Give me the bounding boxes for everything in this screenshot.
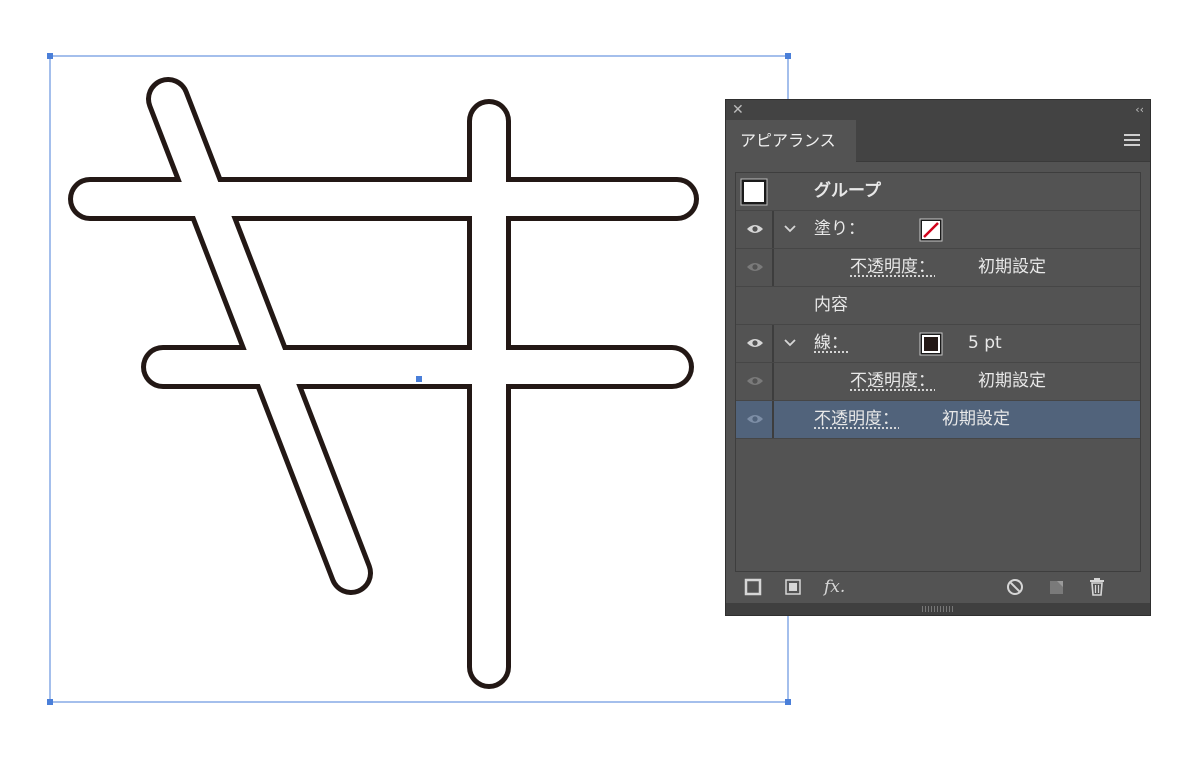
fill-opacity-value: 初期設定 <box>978 257 1046 277</box>
close-icon[interactable]: ✕ <box>732 100 748 120</box>
fill-opacity-visibility-toggle[interactable] <box>736 249 774 286</box>
add-new-stroke-icon[interactable] <box>744 574 764 600</box>
group-thumbnail-icon <box>740 178 768 206</box>
selection-handle-top-right[interactable] <box>785 53 791 59</box>
panel-tabbar: アピアランス <box>726 120 1150 162</box>
glyph-fill-layer <box>73 82 694 684</box>
eye-icon <box>747 377 763 385</box>
trash-icon[interactable] <box>1088 574 1108 600</box>
tab-appearance[interactable]: アピアランス <box>726 120 856 162</box>
selection-handle-bottom-right[interactable] <box>785 699 791 705</box>
panel-bottom-toolbar: fx. <box>726 574 1150 604</box>
eye-icon <box>747 263 763 271</box>
add-new-fill-icon[interactable] <box>784 574 804 600</box>
fill-label[interactable]: 塗り： <box>814 211 865 248</box>
collapse-panel-icon[interactable]: ‹‹ <box>1128 100 1144 120</box>
stroke-opacity-value: 初期設定 <box>978 371 1046 391</box>
eye-icon <box>747 225 763 233</box>
list-item-stroke[interactable]: 線： 5 pt <box>736 325 1140 363</box>
add-new-effect-button[interactable]: fx. <box>824 574 845 600</box>
chevron-down-icon[interactable] <box>784 224 796 234</box>
group-label: グループ <box>814 181 881 201</box>
group-opacity-label[interactable]: 不透明度： <box>814 401 899 438</box>
stroke-opacity-label[interactable]: 不透明度： <box>850 363 935 400</box>
panel-titlebar[interactable]: ✕ ‹‹ <box>726 100 1150 120</box>
grip-lines <box>922 606 954 612</box>
selection-handle-top-left[interactable] <box>47 53 53 59</box>
stroke-opacity-visibility-toggle[interactable] <box>736 363 774 400</box>
list-item-group-opacity[interactable]: 不透明度： 初期設定 <box>736 401 1140 439</box>
appearance-list: グループ 塗り： 不透明度： 初期設定 内容 線： 5 pt 不透明度： 初期設… <box>735 172 1141 572</box>
contents-label: 内容 <box>814 295 848 315</box>
stroke-visibility-toggle[interactable] <box>736 325 774 362</box>
duplicate-item-icon[interactable] <box>1048 574 1068 600</box>
list-item-group[interactable]: グループ <box>736 173 1140 211</box>
list-item-stroke-opacity[interactable]: 不透明度： 初期設定 <box>736 363 1140 401</box>
selection-handle-bottom-left[interactable] <box>47 699 53 705</box>
stroke-weight-value[interactable]: 5 pt <box>968 325 1002 362</box>
group-opacity-visibility-toggle[interactable] <box>736 401 774 438</box>
panel-resize-grip[interactable] <box>726 603 1150 615</box>
hamburger-menu-icon[interactable] <box>1124 131 1140 147</box>
group-opacity-value: 初期設定 <box>942 409 1010 429</box>
list-item-fill-opacity[interactable]: 不透明度： 初期設定 <box>736 249 1140 287</box>
fill-opacity-label[interactable]: 不透明度： <box>850 249 935 286</box>
fill-swatch-none[interactable] <box>919 218 943 242</box>
stroke-label[interactable]: 線： <box>814 325 848 362</box>
chevron-down-icon[interactable] <box>784 338 796 348</box>
eye-icon <box>747 415 763 423</box>
appearance-panel: ✕ ‹‹ アピアランス グループ 塗り： 不透明度： 初期設定 内容 線： 5 … <box>725 99 1151 616</box>
list-item-contents[interactable]: 内容 <box>736 287 1140 325</box>
list-item-fill[interactable]: 塗り： <box>736 211 1140 249</box>
center-point[interactable] <box>416 376 422 382</box>
eye-icon <box>747 339 763 347</box>
clear-appearance-icon[interactable] <box>1006 574 1026 600</box>
stroke-swatch[interactable] <box>919 332 943 356</box>
fill-visibility-toggle[interactable] <box>736 211 774 248</box>
